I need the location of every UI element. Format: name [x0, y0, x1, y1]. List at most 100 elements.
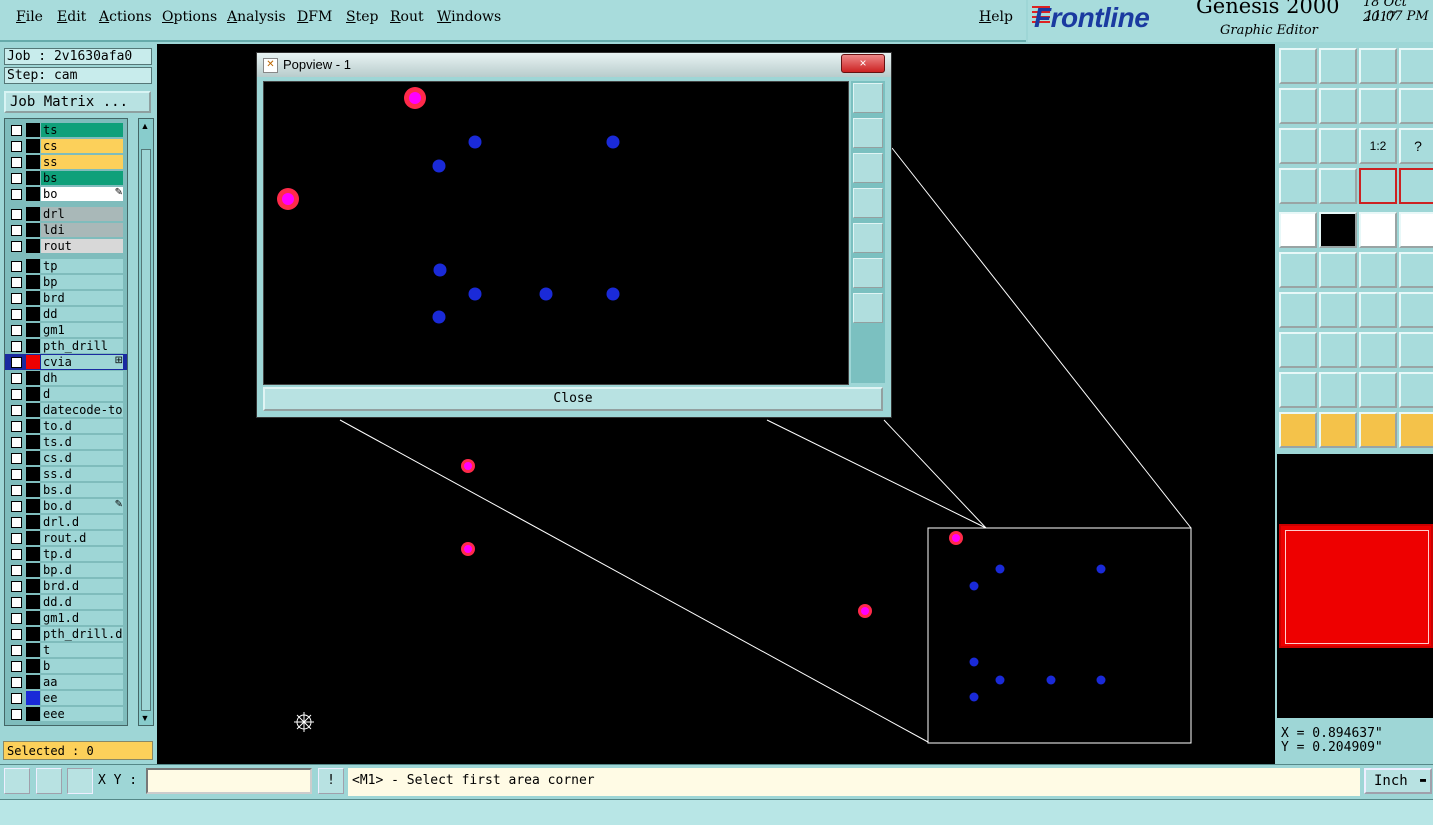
layer-row-tp.d[interactable]: tp.d: [5, 546, 127, 562]
layer-color-swatch[interactable]: [26, 339, 40, 353]
zoom-home-icon[interactable]: [853, 258, 883, 288]
layer-color-swatch[interactable]: [26, 275, 40, 289]
layer-checkbox[interactable]: [11, 453, 22, 464]
layer-checkbox[interactable]: [11, 261, 22, 272]
select-path-icon[interactable]: [1399, 412, 1433, 448]
pad-surface-icon[interactable]: [1279, 332, 1317, 368]
layer-checkbox[interactable]: [11, 613, 22, 624]
grid-tool-icon[interactable]: [1319, 168, 1357, 204]
layer-color-swatch[interactable]: [26, 371, 40, 385]
layer-checkbox[interactable]: [11, 437, 22, 448]
layer-color-swatch[interactable]: [26, 259, 40, 273]
help-tool-icon[interactable]: ?: [1399, 128, 1433, 164]
pan-right-icon[interactable]: [853, 223, 883, 253]
layer-checkbox[interactable]: [11, 645, 22, 656]
layer-color-swatch[interactable]: [26, 515, 40, 529]
trace-icon[interactable]: [1319, 332, 1357, 368]
layer-color-swatch[interactable]: [26, 207, 40, 221]
popview-close-x-button[interactable]: ×: [841, 54, 885, 73]
arc-icon[interactable]: [1359, 292, 1397, 328]
layer-checkbox[interactable]: [11, 173, 22, 184]
layer-color-swatch[interactable]: [26, 531, 40, 545]
menu-help[interactable]: Help: [979, 9, 1013, 25]
layer-checkbox[interactable]: [11, 225, 22, 236]
color-tool-icon[interactable]: [1319, 212, 1357, 248]
exclaim-button[interactable]: !: [318, 768, 344, 794]
select-net-icon[interactable]: [1359, 412, 1397, 448]
shape-icon[interactable]: [1399, 332, 1433, 368]
via[interactable]: [606, 287, 620, 301]
via[interactable]: [606, 135, 620, 149]
pan-up-icon[interactable]: [853, 118, 883, 148]
layer-row-dd.d[interactable]: dd.d: [5, 594, 127, 610]
layer-color-swatch[interactable]: [26, 563, 40, 577]
layer-row-aa[interactable]: aa: [5, 674, 127, 690]
layer-checkbox[interactable]: [11, 125, 22, 136]
via[interactable]: [969, 657, 979, 667]
layer-checkbox[interactable]: [11, 209, 22, 220]
layer-checkbox[interactable]: [11, 389, 22, 400]
layer-checkbox[interactable]: [11, 469, 22, 480]
text-tool-icon[interactable]: [1399, 292, 1433, 328]
layer-row-dh[interactable]: dh: [5, 370, 127, 386]
layer-checkbox[interactable]: [11, 357, 22, 368]
layer-row-rout[interactable]: rout: [5, 238, 127, 254]
menu-options[interactable]: Options: [162, 9, 217, 25]
snap-tool-icon[interactable]: [1359, 168, 1397, 204]
layer-row-datecode-to[interactable]: datecode-to: [5, 402, 127, 418]
layer-checkbox[interactable]: [11, 693, 22, 704]
diagonal-line-icon[interactable]: [1319, 292, 1357, 328]
layer-color-swatch[interactable]: [26, 291, 40, 305]
layer-color-swatch[interactable]: [26, 691, 40, 705]
layer-row-gm1[interactable]: gm1: [5, 322, 127, 338]
via[interactable]: [468, 135, 482, 149]
layer-row-bs.d[interactable]: bs.d: [5, 482, 127, 498]
via[interactable]: [1096, 564, 1106, 574]
layer-row-cs[interactable]: cs: [5, 138, 127, 154]
triangle-alt-icon[interactable]: [1319, 372, 1357, 408]
layer-row-ts.d[interactable]: ts.d: [5, 434, 127, 450]
overview-viewport[interactable]: [1285, 530, 1429, 644]
layer-color-swatch[interactable]: [26, 223, 40, 237]
angle-mode-icon[interactable]: [36, 768, 62, 794]
layer-checkbox[interactable]: [11, 293, 22, 304]
layer-row-bo.d[interactable]: bo.d ✎: [5, 498, 127, 514]
layer-checkbox[interactable]: [11, 517, 22, 528]
dimension-icon[interactable]: [1359, 332, 1397, 368]
layer-row-drl.d[interactable]: drl.d: [5, 514, 127, 530]
layer-color-swatch[interactable]: [26, 171, 40, 185]
layer-color-swatch[interactable]: [26, 123, 40, 137]
settings-tool-icon[interactable]: [1279, 168, 1317, 204]
menu-analysis[interactable]: Analysis: [227, 9, 286, 25]
layer-color-swatch[interactable]: [26, 643, 40, 657]
pan-down-icon[interactable]: [853, 153, 883, 183]
xy-input[interactable]: [146, 768, 312, 794]
via[interactable]: [969, 692, 979, 702]
layer-color-swatch[interactable]: [26, 659, 40, 673]
layer-checkbox[interactable]: [11, 565, 22, 576]
layer-checkbox[interactable]: [11, 373, 22, 384]
select-box-icon[interactable]: [1319, 412, 1357, 448]
layer-row-pth_drill[interactable]: pth_drill: [5, 338, 127, 354]
pan-left-icon[interactable]: [853, 188, 883, 218]
via[interactable]: [995, 564, 1005, 574]
layer-color-swatch[interactable]: [26, 435, 40, 449]
menu-windows[interactable]: Windows: [437, 9, 501, 25]
connect-icon[interactable]: [1279, 252, 1317, 288]
triangle-tool-icon[interactable]: [1279, 372, 1317, 408]
zoom-area-rect[interactable]: [927, 527, 1192, 744]
pan-down-tool-icon[interactable]: [1319, 48, 1357, 84]
layer-checkbox[interactable]: [11, 677, 22, 688]
via[interactable]: [1096, 675, 1106, 685]
via[interactable]: [433, 263, 447, 277]
layer-color-swatch[interactable]: [26, 187, 40, 201]
layer-checkbox[interactable]: [11, 597, 22, 608]
layer-color-swatch[interactable]: [26, 403, 40, 417]
layer-checkbox[interactable]: [11, 141, 22, 152]
layer-row-tp[interactable]: tp: [5, 258, 127, 274]
angle-line-icon[interactable]: [1279, 292, 1317, 328]
arch-tool-icon[interactable]: [1359, 372, 1397, 408]
layer-checkbox[interactable]: [11, 501, 22, 512]
scale-1-2-icon[interactable]: 1:2: [1359, 128, 1397, 164]
layer-checkbox[interactable]: [11, 629, 22, 640]
